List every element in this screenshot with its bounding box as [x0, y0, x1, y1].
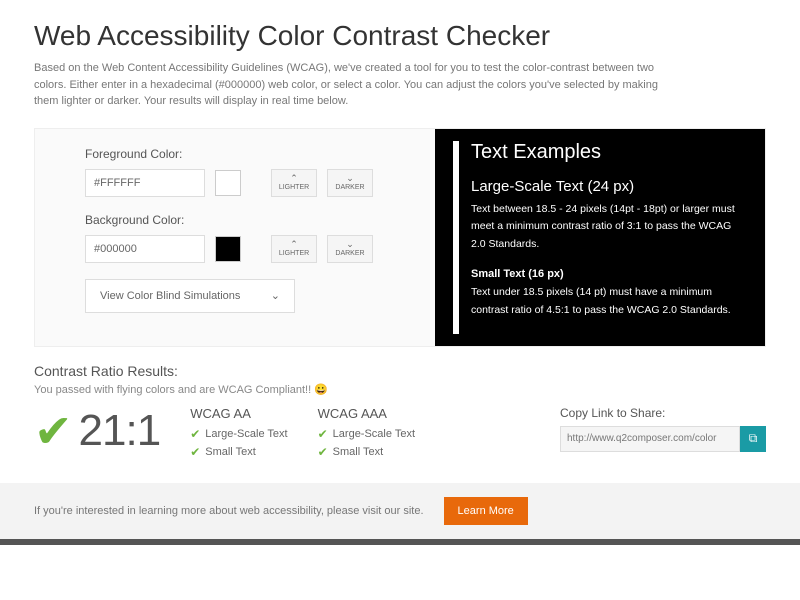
fg-label: Foreground Color: — [85, 147, 415, 161]
controls: Foreground Color: ⌃LIGHTER ⌄DARKER Backg… — [35, 129, 435, 346]
small-text-desc: Text under 18.5 pixels (14 pt) must have… — [471, 284, 747, 320]
small-text-heading: Small Text (16 px) — [471, 268, 747, 280]
bg-swatch[interactable] — [215, 236, 241, 262]
check-icon: ✔ — [34, 408, 73, 454]
share-heading: Copy Link to Share: — [560, 406, 766, 420]
intro-text: Based on the Web Content Accessibility G… — [34, 60, 674, 110]
footer-text: If you're interested in learning more ab… — [34, 505, 424, 517]
bottom-strip — [0, 539, 800, 545]
fg-darker-button[interactable]: ⌄DARKER — [327, 169, 373, 197]
share-block: Copy Link to Share: ⧉ — [560, 406, 766, 452]
large-text-heading: Large-Scale Text (24 px) — [471, 178, 747, 195]
bg-lighter-button[interactable]: ⌃LIGHTER — [271, 235, 317, 263]
ratio-value: 21:1 — [79, 406, 161, 456]
accent-bar — [453, 141, 459, 334]
page-title: Web Accessibility Color Contrast Checker — [34, 20, 766, 52]
share-url-input[interactable] — [560, 426, 740, 452]
chevron-up-icon: ⌃ — [290, 174, 298, 183]
chevron-down-icon: ⌄ — [346, 174, 354, 183]
wcag-aa-col: WCAG AA ✔Large-Scale Text ✔Small Text — [190, 406, 287, 463]
learn-more-button[interactable]: Learn More — [444, 497, 528, 525]
smile-icon: 😀 — [314, 384, 328, 396]
results-heading: Contrast Ratio Results: — [34, 363, 766, 379]
fg-input[interactable] — [85, 169, 205, 197]
panel: Foreground Color: ⌃LIGHTER ⌄DARKER Backg… — [34, 128, 766, 347]
check-icon: ✔ — [318, 445, 328, 459]
chevron-up-icon: ⌃ — [290, 240, 298, 249]
bg-label: Background Color: — [85, 213, 415, 227]
fg-lighter-button[interactable]: ⌃LIGHTER — [271, 169, 317, 197]
colorblind-dropdown[interactable]: View Color Blind Simulations ⌄ — [85, 279, 295, 313]
examples-panel: Text Examples Large-Scale Text (24 px) T… — [435, 129, 765, 346]
copy-icon: ⧉ — [749, 431, 758, 446]
check-icon: ✔ — [190, 427, 200, 441]
large-text-desc: Text between 18.5 - 24 pixels (14pt - 18… — [471, 201, 747, 255]
chevron-down-icon: ⌄ — [271, 289, 280, 302]
copy-button[interactable]: ⧉ — [740, 426, 766, 452]
footer: If you're interested in learning more ab… — [0, 483, 800, 539]
check-icon: ✔ — [318, 427, 328, 441]
results-message: You passed with flying colors and are WC… — [34, 383, 766, 396]
check-icon: ✔ — [190, 445, 200, 459]
results-row: ✔ 21:1 WCAG AA ✔Large-Scale Text ✔Small … — [34, 406, 766, 463]
bg-input[interactable] — [85, 235, 205, 263]
examples-title: Text Examples — [471, 141, 747, 164]
bg-darker-button[interactable]: ⌄DARKER — [327, 235, 373, 263]
fg-swatch[interactable] — [215, 170, 241, 196]
chevron-down-icon: ⌄ — [346, 240, 354, 249]
wcag-aaa-col: WCAG AAA ✔Large-Scale Text ✔Small Text — [318, 406, 415, 463]
